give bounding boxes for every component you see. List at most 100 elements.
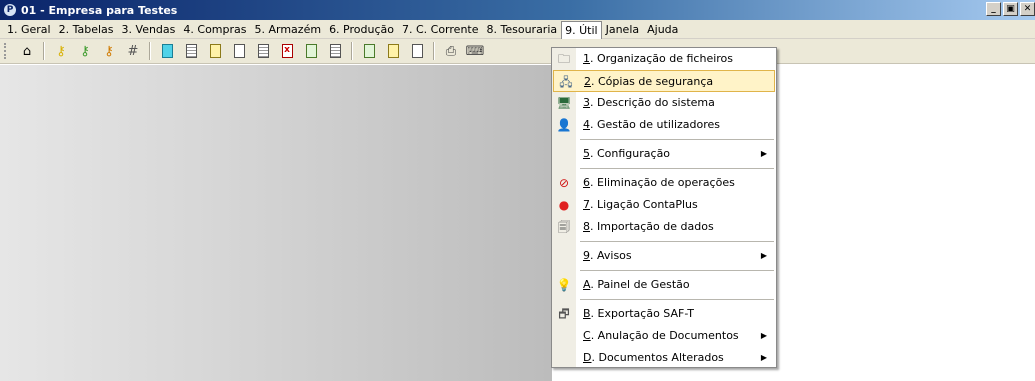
menu-item-3[interactable]: 🖥 3. Descrição do sistema	[552, 92, 776, 114]
document-list-icon[interactable]	[326, 42, 344, 60]
menu-item-accelerator: 5	[583, 147, 590, 160]
minimize-button[interactable]: _	[986, 2, 1001, 16]
document-green-icon[interactable]	[302, 42, 320, 60]
document-cyan-icon[interactable]	[158, 42, 176, 60]
menu-items-list: 🗀 1. Organização de ficheiros 🖧 2. Cópias d…	[552, 48, 776, 369]
app-icon: P	[4, 4, 16, 16]
document-multi-icon[interactable]	[408, 42, 426, 60]
submenu-arrow-icon: ▶	[760, 331, 767, 340]
menu-item-accelerator: 3	[583, 96, 590, 109]
menu-item-accelerator: 4	[583, 118, 590, 131]
menu-tesouraria[interactable]: 8. Tesouraria	[483, 21, 562, 38]
backup-icon: 🖧	[559, 75, 573, 89]
grid-icon[interactable]: #	[124, 42, 142, 60]
menu-separator	[580, 241, 774, 242]
menu-item-9[interactable]: 9. Avisos ▶	[552, 245, 776, 267]
keyboard-icon[interactable]: ⌨	[466, 42, 485, 60]
close-button[interactable]: ✕	[1020, 2, 1035, 16]
system-description-icon: 🖥	[556, 96, 572, 110]
submenu-arrow-icon: ▶	[760, 149, 767, 158]
menu-item-label: . Descrição do sistema	[590, 96, 715, 109]
toolbar-separator	[351, 42, 353, 60]
menu-item-label: . Organização de ficheiros	[590, 52, 734, 65]
document-blank-icon[interactable]	[230, 42, 248, 60]
import-data-icon: 🗐	[558, 220, 570, 234]
menu-item-accelerator: 8	[583, 220, 590, 233]
menu-vendas[interactable]: 3. Vendas	[118, 21, 180, 38]
menu-item-label: . Documentos Alterados	[591, 351, 724, 364]
toolbar-separator	[149, 42, 151, 60]
menu-item-label: . Configuração	[590, 147, 671, 160]
document-add-icon[interactable]	[384, 42, 402, 60]
key-yellow-icon[interactable]: ⚷	[52, 42, 70, 60]
menu-item-2[interactable]: 🖧 2. Cópias de segurança	[553, 70, 775, 92]
menu-item-a[interactable]: 💡 A. Painel de Gestão	[552, 274, 776, 296]
menu-janela[interactable]: Janela	[602, 21, 644, 38]
title-bar: P 01 - Empresa para Testes _ ▣ ✕	[0, 0, 1035, 20]
menu-item-1[interactable]: 🗀 1. Organização de ficheiros	[552, 48, 776, 70]
menu-item-label: . Anulação de Documentos	[590, 329, 739, 342]
menu-c-corrente[interactable]: 7. C. Corrente	[398, 21, 483, 38]
document-yellow-icon[interactable]	[206, 42, 224, 60]
window-controls: _ ▣ ✕	[984, 2, 1035, 16]
menu-item-accelerator: B	[583, 307, 591, 320]
folder-icon: 🗀	[557, 52, 570, 66]
contaplus-icon: ●	[558, 198, 570, 212]
menu-item-label: . Cópias de segurança	[591, 75, 714, 88]
menu-item-d[interactable]: D. Documentos Alterados ▶	[552, 347, 776, 369]
menu-item-7[interactable]: ● 7. Ligação ContaPlus	[552, 194, 776, 216]
delete-operations-icon: ⊘	[558, 176, 570, 190]
maximize-button[interactable]: ▣	[1003, 2, 1018, 16]
menu-armazem[interactable]: 5. Armazém	[251, 21, 326, 38]
menu-geral[interactable]: 1. Geral	[3, 21, 55, 38]
toolbar-separator	[43, 42, 45, 60]
document-small-icon[interactable]	[254, 42, 272, 60]
printer-icon[interactable]: ⎙	[442, 42, 460, 60]
menu-separator	[580, 299, 774, 300]
toolbar: ⌂ ⚷ ⚷ ⚷ # x ⎙ ⌨	[0, 39, 1035, 64]
menu-item-accelerator: 7	[583, 198, 590, 211]
key-orange-icon[interactable]: ⚷	[100, 42, 118, 60]
menu-item-label: . Ligação ContaPlus	[590, 198, 698, 211]
menu-item-8[interactable]: 🗐 8. Importação de dados	[552, 216, 776, 238]
menu-item-4[interactable]: 👤 4. Gestão de utilizadores	[552, 114, 776, 136]
toolbar-grip[interactable]	[4, 43, 9, 59]
menu-item-6[interactable]: ⊘ 6. Eliminação de operações	[552, 172, 776, 194]
lightbulb-icon: 💡	[556, 278, 572, 292]
menu-separator	[580, 270, 774, 271]
menu-producao[interactable]: 6. Produção	[325, 21, 398, 38]
menu-util[interactable]: 9. Útil	[561, 20, 602, 39]
menu-item-accelerator: 6	[583, 176, 590, 189]
key-green-icon[interactable]: ⚷	[76, 42, 94, 60]
menu-item-accelerator: 1	[583, 52, 590, 65]
workspace-area	[0, 65, 552, 381]
menu-separator	[580, 139, 774, 140]
menu-item-5[interactable]: 5. Configuração ▶	[552, 143, 776, 165]
menu-item-label: . Gestão de utilizadores	[590, 118, 721, 131]
document-x-icon[interactable]: x	[278, 42, 296, 60]
document-edit-icon[interactable]	[360, 42, 378, 60]
menu-item-accelerator: C	[583, 329, 591, 342]
toolbar-separator	[433, 42, 435, 60]
menu-item-label: . Avisos	[590, 249, 632, 262]
menu-item-b[interactable]: 🗗 B. Exportação SAF-T	[552, 303, 776, 325]
users-icon: 👤	[556, 118, 572, 132]
menu-item-label: . Exportação SAF-T	[590, 307, 695, 320]
home-icon[interactable]: ⌂	[18, 42, 36, 60]
document-lines-icon[interactable]	[182, 42, 200, 60]
menu-bar: 1. Geral 2. Tabelas 3. Vendas 4. Compras…	[0, 20, 1035, 39]
menu-item-label: . Eliminação de operações	[590, 176, 735, 189]
export-saft-icon: 🗗	[558, 307, 570, 321]
menu-tabelas[interactable]: 2. Tabelas	[55, 21, 118, 38]
submenu-arrow-icon: ▶	[760, 251, 767, 260]
menu-item-accelerator: 9	[583, 249, 590, 262]
menu-item-label: . Importação de dados	[590, 220, 714, 233]
menu-item-c[interactable]: C. Anulação de Documentos ▶	[552, 325, 776, 347]
menu-ajuda[interactable]: Ajuda	[643, 21, 682, 38]
util-dropdown-menu: 🗀 1. Organização de ficheiros 🖧 2. Cópias d…	[551, 47, 777, 368]
menu-item-label: . Painel de Gestão	[590, 278, 690, 291]
menu-item-accelerator: 2	[584, 75, 591, 88]
menu-separator	[580, 168, 774, 169]
submenu-arrow-icon: ▶	[760, 353, 767, 362]
menu-compras[interactable]: 4. Compras	[179, 21, 250, 38]
